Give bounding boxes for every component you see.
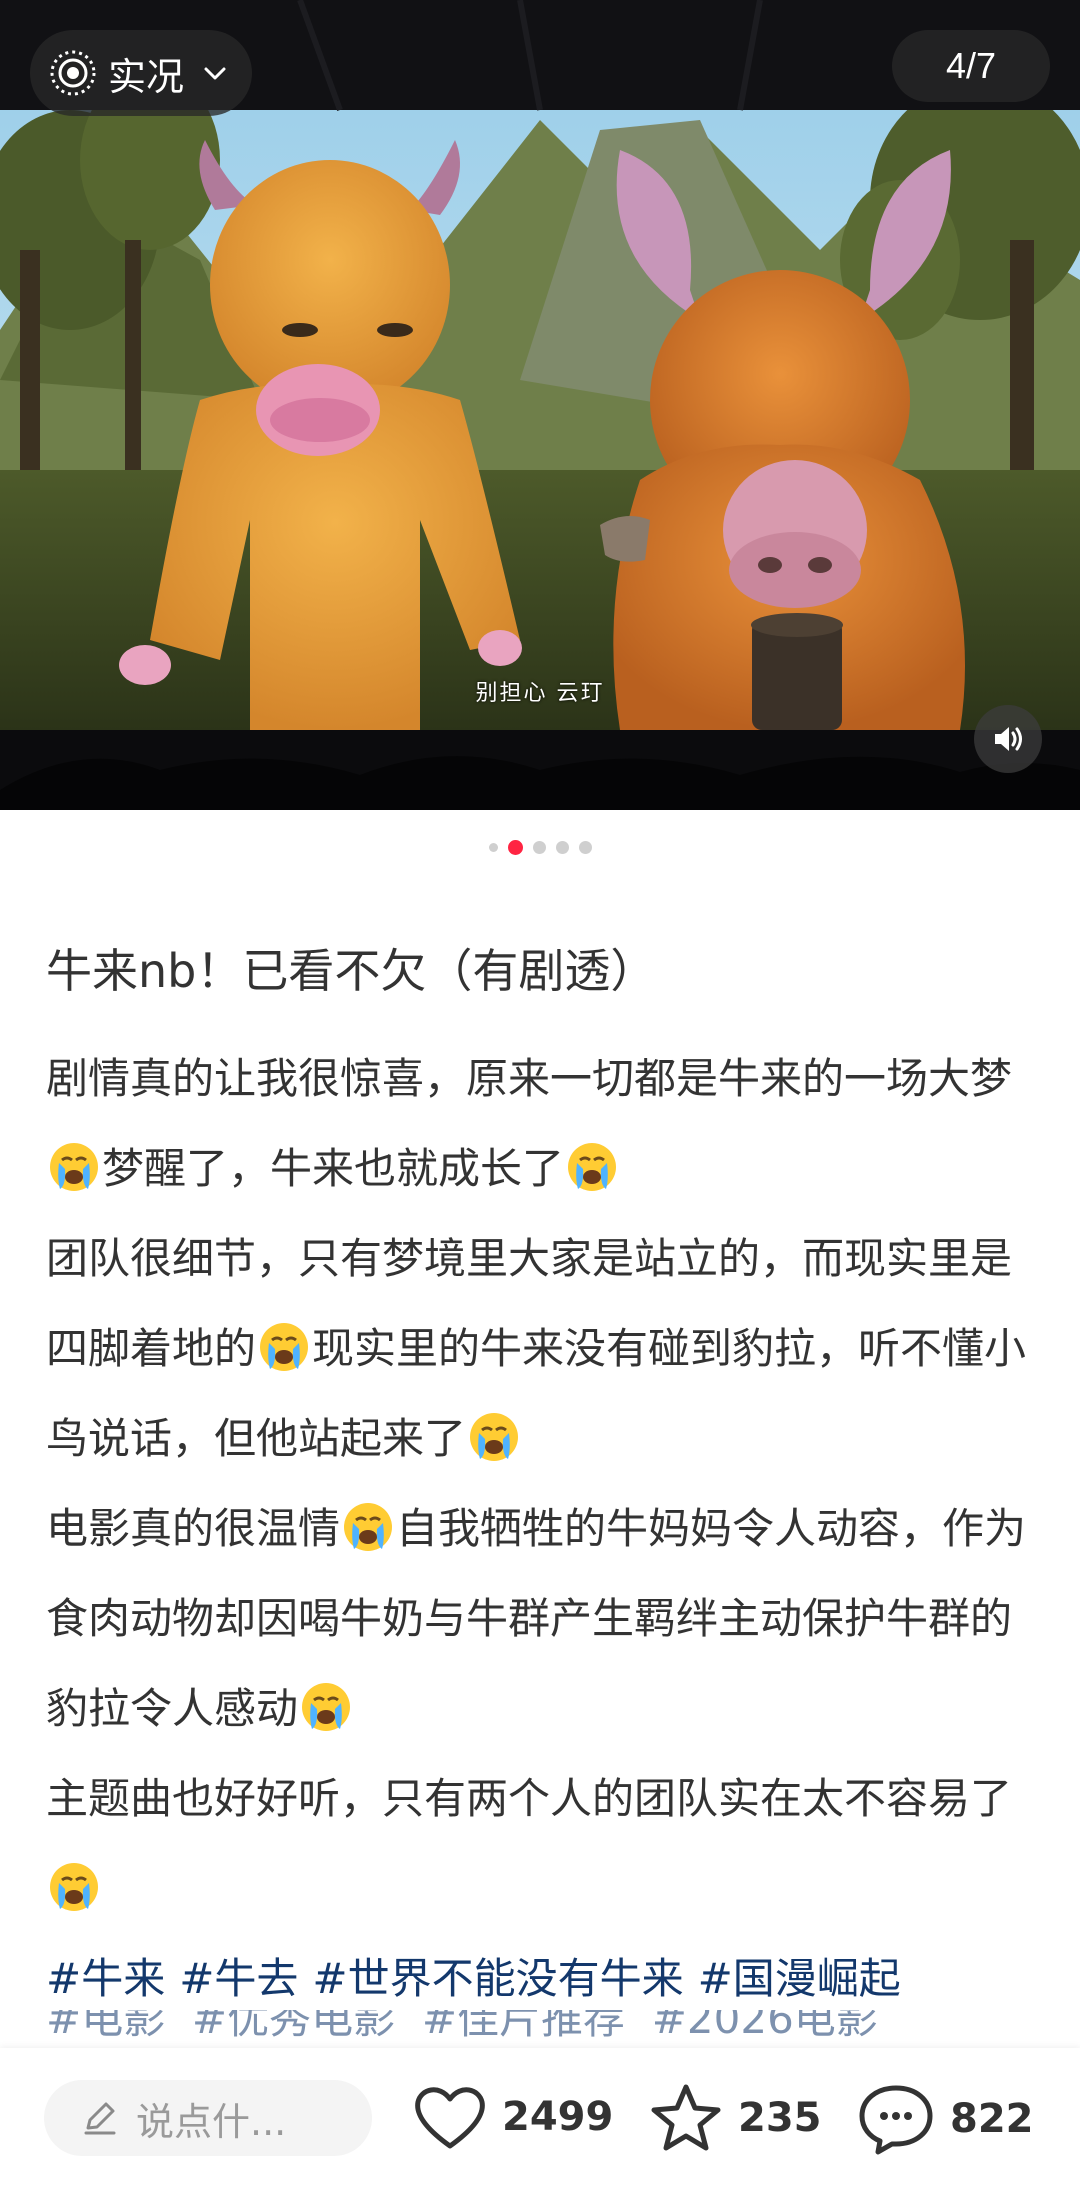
live-photo-icon [50, 50, 96, 96]
favorite-count: 235 [738, 2095, 822, 2141]
post-paragraph: 团队很细节，只有梦境里大家是站立的，而现实里是四脚着地的 现实里的牛来没有碰到豹拉… [46, 1214, 1036, 1484]
comment-bubble-icon [859, 2085, 933, 2155]
bottom-action-bar: 说点什... 2499 235 822 [0, 2048, 1080, 2188]
like-count: 2499 [502, 2094, 614, 2140]
comment-count: 822 [950, 2096, 1034, 2142]
carousel-dot [532, 841, 546, 854]
comment-input[interactable]: 说点什... [44, 2080, 372, 2156]
crying-face-emoji [340, 1503, 396, 1553]
live-photo-toggle[interactable]: 实况 [30, 30, 253, 116]
crying-face-emoji [298, 1683, 354, 1733]
paragraph-text: 主题曲也好好听，只有两个人的团队实在太不容易了 [46, 1774, 1013, 1823]
post-paragraph: 剧情真的让我很惊喜，原来一切都是牛来的一场大梦梦醒了，牛来也就成长了 [46, 1034, 1036, 1214]
paragraph-text: 梦醒了，牛来也就成长了 [102, 1144, 565, 1193]
chevron-down-icon [204, 67, 226, 80]
crying-face-emoji [256, 1323, 312, 1373]
hashtag-link[interactable]: #世界不能没有牛来 [312, 1954, 683, 2003]
hashtag-link[interactable]: #佳片推荐 [422, 2010, 625, 2043]
image-counter: 4/7 [892, 30, 1050, 102]
post-paragraph: 电影真的很温情 自我牺牲的牛妈妈令人动容，作为食肉动物却因喝牛奶与牛群产生羁绊主动… [46, 1484, 1036, 1754]
hashtag-link[interactable]: #牛来 [46, 1954, 165, 2003]
movie-subtitle: 别担心 云玎 [475, 681, 605, 706]
post-paragraph: 主题曲也好好听，只有两个人的团队实在太不容易了 [46, 1754, 1036, 1934]
post-media-viewer[interactable]: 别担心 云玎 实况 4/7 [0, 0, 1080, 810]
carousel-dot [555, 841, 569, 854]
carousel-dot-active [507, 840, 523, 855]
hashtag-link[interactable]: #优秀电影 [192, 2010, 395, 2043]
pencil-icon [84, 2102, 116, 2135]
crying-face-emoji [46, 1863, 102, 1913]
hashtag-list-overflow: #电影 #优秀电影 #佳片推荐 #2026电影 [46, 2010, 1036, 2046]
carousel-indicator [0, 840, 1080, 855]
crying-face-emoji [466, 1413, 522, 1463]
like-button[interactable]: 2499 [412, 2082, 613, 2152]
carousel-dot [488, 843, 498, 852]
crying-face-emoji [46, 1143, 102, 1193]
hashtag-link[interactable]: #电影 [46, 2010, 165, 2043]
hashtag-link[interactable]: #国漫崛起 [698, 1954, 901, 2003]
hashtag-link[interactable]: #牛去 [179, 1954, 298, 2003]
heart-icon [415, 2087, 485, 2149]
paragraph-text: 剧情真的让我很惊喜，原来一切都是牛来的一场大梦 [46, 1054, 1013, 1103]
comment-button[interactable]: 822 [856, 2082, 1034, 2156]
live-photo-label: 实况 [108, 54, 185, 99]
speaker-icon [995, 727, 1022, 751]
favorite-button[interactable]: 235 [648, 2082, 822, 2154]
carousel-dot [578, 841, 592, 854]
comment-placeholder: 说点什... [136, 2099, 287, 2144]
post-body: 剧情真的让我很惊喜，原来一切都是牛来的一场大梦梦醒了，牛来也就成长了 团队很细节… [46, 1034, 1036, 2024]
hashtag-link[interactable]: #2026电影 [652, 2010, 878, 2043]
post-title: 牛来nb！已看不欠（有剧透） [46, 944, 657, 998]
crying-face-emoji [564, 1143, 620, 1193]
paragraph-text: 电影真的很温情 [46, 1504, 341, 1553]
star-icon [651, 2084, 721, 2151]
sound-toggle-button[interactable] [974, 705, 1042, 773]
